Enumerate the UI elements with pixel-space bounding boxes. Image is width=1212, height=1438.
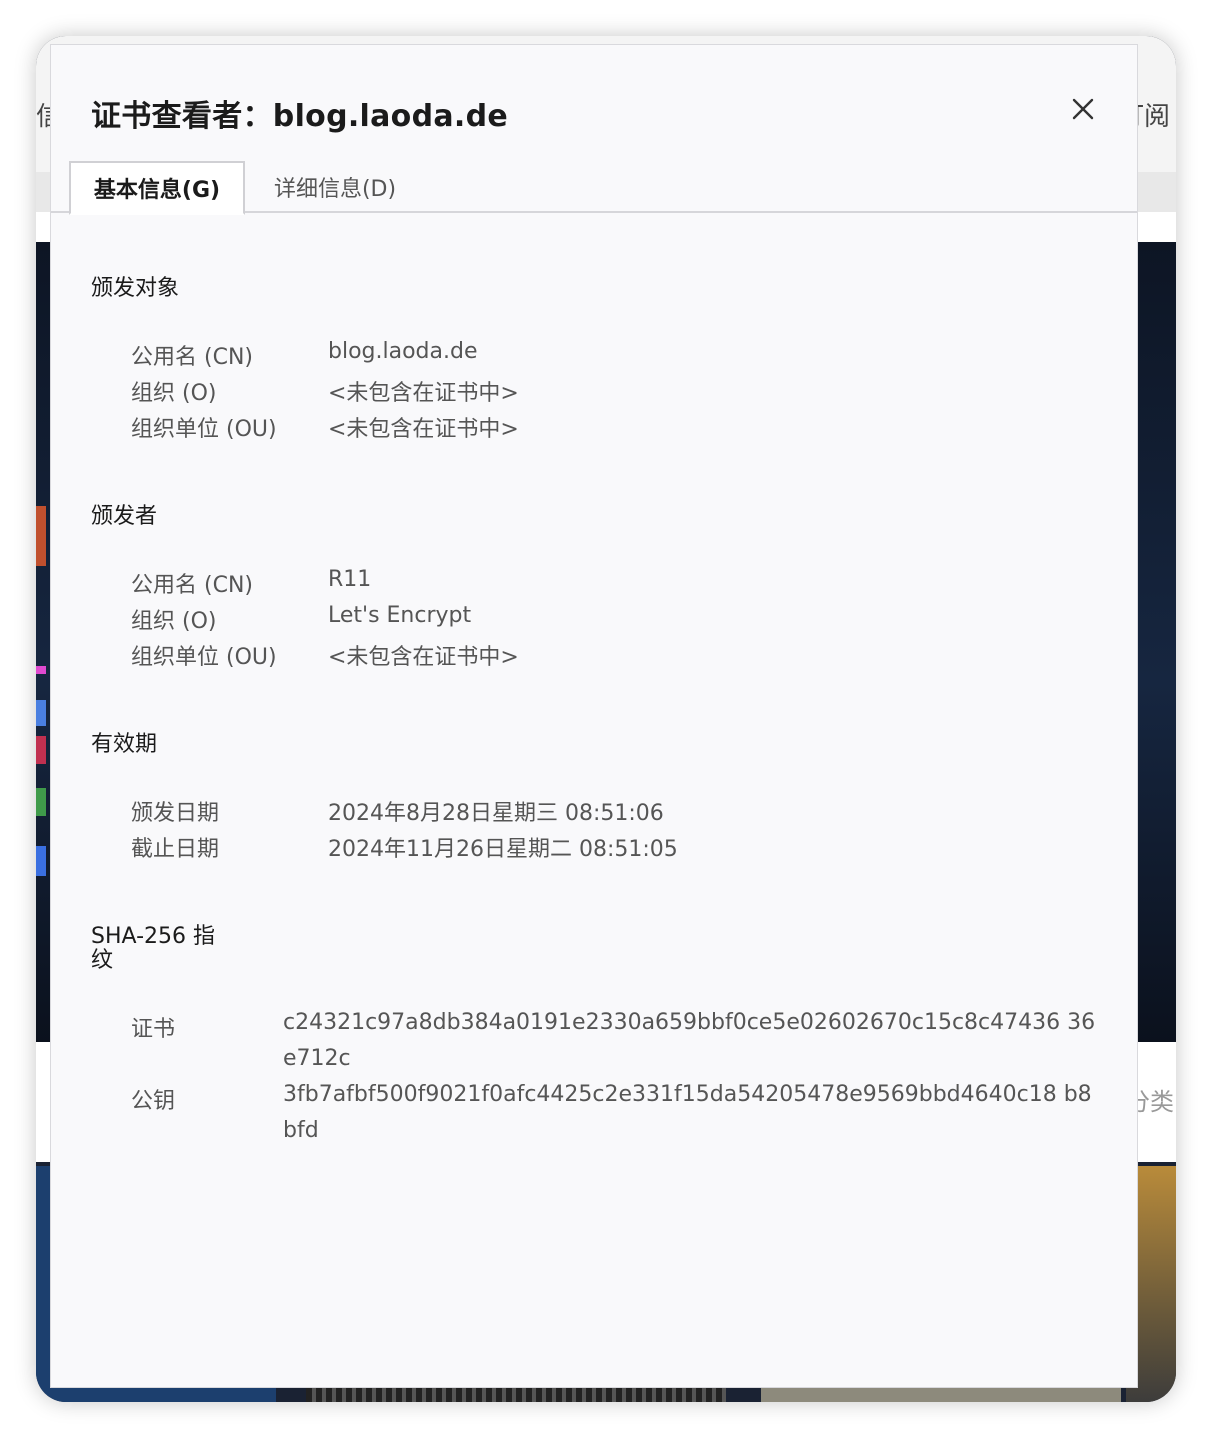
section-title-issued-by: 颁发者 [91, 504, 158, 529]
row-label: 组织 (O) [131, 381, 217, 406]
row-label: 组织单位 (OU) [131, 645, 277, 670]
row-label: 证书 [131, 1017, 176, 1042]
background-accent [36, 700, 46, 726]
tab-bar: 基本信息(G) 详细信息(D) [51, 161, 1137, 215]
row-label: 组织 (O) [131, 609, 217, 634]
section-title-validity: 有效期 [91, 732, 158, 757]
tab-details[interactable]: 详细信息(D) [245, 161, 425, 213]
background-accent [36, 788, 46, 816]
background-accent [36, 666, 46, 674]
row-label: 颁发日期 [131, 801, 220, 826]
row-label: 公用名 (CN) [131, 345, 253, 370]
row-value: Let's Encrypt [328, 603, 472, 628]
row-value: blog.laoda.de [328, 339, 478, 364]
certificate-fingerprint: c24321c97a8db384a0191e2330a659bbf0ce5e02… [283, 1010, 1096, 1071]
row-label: 公用名 (CN) [131, 573, 253, 598]
background-accent [36, 846, 46, 876]
certificate-viewer-dialog: 证书查看者：blog.laoda.de 基本信息(G) 详细信息(D) 颁发对象… [50, 44, 1138, 1388]
background-accent [36, 736, 46, 764]
close-icon [1072, 98, 1094, 120]
row-value: R11 [328, 567, 372, 592]
row-value: 2024年11月26日星期二 08:51:05 [328, 837, 678, 862]
section-title-fingerprints: SHA-256 指 [91, 924, 215, 949]
row-label: 截止日期 [131, 837, 220, 862]
public-key-fingerprint: 3fb7afbf500f9021f0afc4425c2e331f15da5420… [283, 1082, 1092, 1143]
section-title-issued-to: 颁发对象 [91, 276, 180, 301]
row-value: <未包含在证书中> [328, 417, 519, 442]
row-value: <未包含在证书中> [328, 381, 519, 406]
row-label: 公钥 [131, 1089, 176, 1114]
background-accent [36, 506, 46, 566]
row-value: <未包含在证书中> [328, 645, 519, 670]
row-label: 组织单位 (OU) [131, 417, 277, 442]
dialog-title: 证书查看者：blog.laoda.de [91, 99, 509, 134]
close-button[interactable] [1063, 89, 1103, 129]
tab-general[interactable]: 基本信息(G) [69, 161, 245, 215]
row-value: 2024年8月28日星期三 08:51:06 [328, 801, 664, 826]
section-title-fingerprints-cont: 纹 [91, 948, 114, 973]
